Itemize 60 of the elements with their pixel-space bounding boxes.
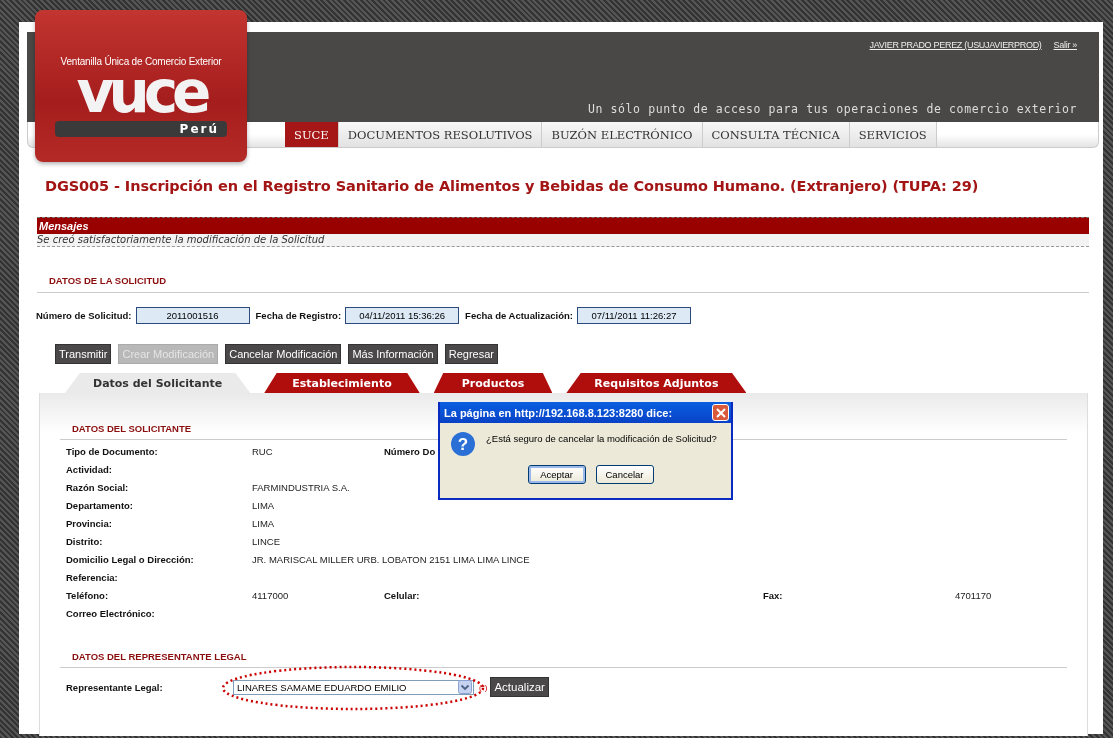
field-value: RUC bbox=[252, 445, 274, 459]
field-label: Razón Social: bbox=[66, 481, 130, 495]
tab[interactable]: Productos bbox=[433, 373, 553, 393]
dialog-title: La página en http://192.168.8.123:8280 dice: bbox=[444, 406, 673, 419]
message-text: Se creó satisfactoriamente la modificación de la Solicitud bbox=[37, 234, 1089, 247]
nav-item[interactable]: SERVICIOS bbox=[849, 122, 937, 147]
field-label: Departamento: bbox=[66, 499, 135, 513]
field-label: Domicilio Legal o Dirección: bbox=[66, 553, 195, 567]
field-value: LINCE bbox=[252, 535, 281, 549]
field-label: Teléfono: bbox=[66, 589, 110, 603]
messages-header: Mensajes bbox=[37, 217, 1089, 234]
tagline: Un sólo punto de acceso para tus operaciones de comercio exterior bbox=[587, 102, 1077, 116]
dialog-button[interactable]: Aceptar bbox=[527, 465, 586, 484]
field-value: 4701170 bbox=[955, 589, 993, 603]
field-label: Representante Legal: bbox=[66, 681, 164, 693]
section-heading: DATOS DE LA SOLICITUD bbox=[37, 275, 1089, 293]
field-label: Fax: bbox=[763, 589, 784, 603]
field-label: Tipo de Documento: bbox=[66, 445, 159, 459]
action-button[interactable]: Más Información bbox=[348, 344, 438, 364]
representative-dropdown[interactable]: LINARES SAMAME EDUARDO EMILIO bbox=[233, 679, 474, 695]
field-value: LIMA bbox=[252, 517, 276, 531]
update-button[interactable]: Actualizar bbox=[490, 677, 549, 697]
field-value: FARMINDUSTRIA S.A. bbox=[252, 481, 351, 495]
field-label: Distrito: bbox=[66, 535, 104, 549]
logo-subtitle: Ventanilla Única de Comercio Exterior bbox=[60, 56, 222, 67]
user-link[interactable]: JAVIER PRADO PEREZ (USUJAVIERPROD) bbox=[869, 40, 1042, 50]
action-button[interactable]: Transmitir bbox=[55, 344, 112, 364]
field-label: Celular: bbox=[384, 589, 421, 603]
field-value: LIMA bbox=[252, 499, 276, 513]
dialog-button[interactable]: Cancelar bbox=[595, 465, 654, 484]
question-icon: ? bbox=[450, 431, 476, 457]
required-mark: (*) bbox=[479, 682, 488, 692]
logout-link[interactable]: Salir » bbox=[1053, 40, 1077, 50]
field-label: Actividad: bbox=[66, 463, 113, 477]
field-label: Fecha de Registro: bbox=[255, 310, 342, 321]
nav-item[interactable]: SUCE bbox=[285, 122, 339, 147]
nav-item[interactable]: CONSULTA TÉCNICA bbox=[702, 122, 850, 147]
readonly-field: 2011001516 bbox=[135, 307, 250, 324]
field-label: Fecha de Actualización: bbox=[465, 310, 573, 321]
close-button[interactable] bbox=[712, 404, 729, 421]
readonly-field: 07/11/2011 11:26:27 bbox=[576, 307, 691, 324]
field-label: Provincia: bbox=[66, 517, 113, 531]
section-heading: DATOS DEL REPRESENTANTE LEGAL bbox=[60, 651, 1067, 668]
page-title: DGS005 - Inscripción en el Registro Sanitario de Alimentos y Bebidas de Consumo Humano. (Extranjero) (TUPA: 29) bbox=[45, 178, 980, 194]
tab[interactable]: Datos del Solicitante bbox=[65, 373, 251, 393]
tab[interactable]: Requisitos Adjuntos bbox=[566, 373, 747, 393]
readonly-field: 04/11/2011 15:36:26 bbox=[345, 307, 460, 324]
logo-country: Perú bbox=[55, 121, 227, 137]
field-value: 4117000 bbox=[252, 589, 290, 603]
field-label: Referencia: bbox=[66, 571, 119, 585]
tab[interactable]: Establecimiento bbox=[264, 373, 420, 393]
logo-wordmark: vuce bbox=[76, 69, 206, 115]
field-label: Número Do bbox=[384, 445, 437, 459]
nav-item[interactable]: BUZÓN ELECTRÓNICO bbox=[542, 122, 703, 147]
action-button[interactable]: Regresar bbox=[444, 344, 498, 364]
field-label: Correo Electrónico: bbox=[66, 607, 156, 621]
nav-item[interactable]: DOCUMENTOS RESOLUTIVOS bbox=[338, 122, 543, 147]
field-label: Número de Solicitud: bbox=[36, 310, 132, 321]
field-value: JR. MARISCAL MILLER URB. LOBATON 2151 LIMA LIMA LINCE bbox=[252, 553, 531, 567]
action-button[interactable]: Cancelar Modificación bbox=[225, 344, 342, 364]
